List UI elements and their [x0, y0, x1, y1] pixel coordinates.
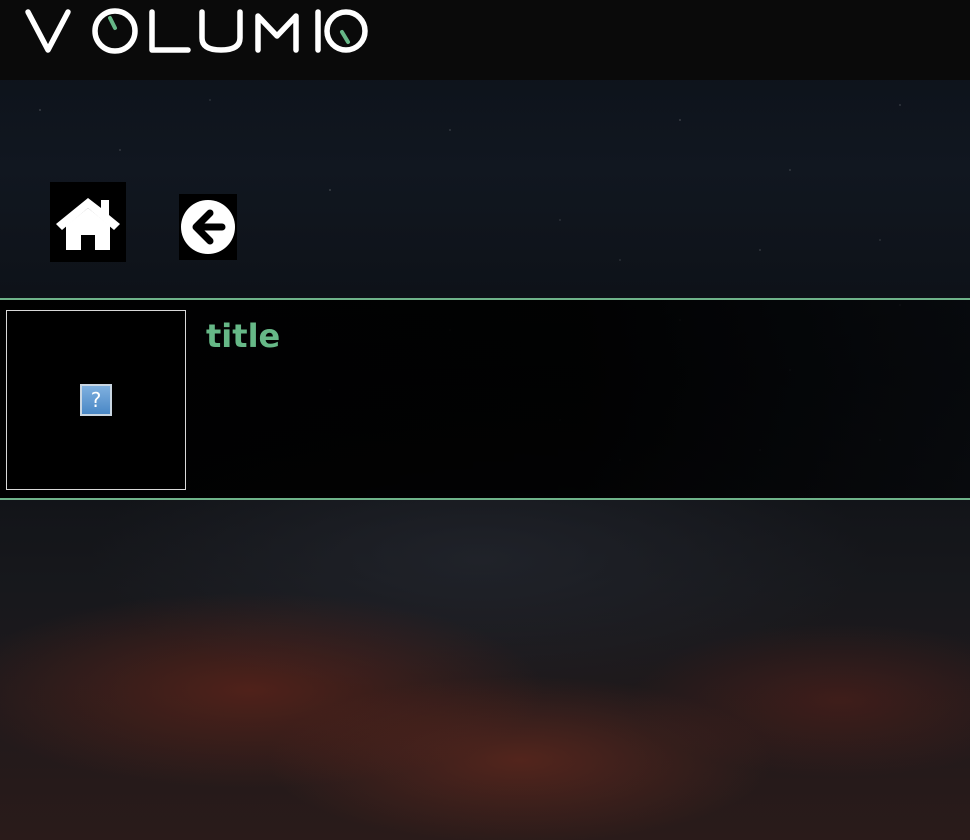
home-icon: [56, 198, 120, 250]
home-button[interactable]: [50, 182, 126, 262]
top-bar: [0, 0, 970, 80]
track-title: title: [206, 317, 281, 355]
track-info-panel: ? title: [0, 298, 970, 500]
arrow-left-circle-icon: [181, 200, 235, 254]
volumio-logo: [25, 8, 368, 54]
back-button[interactable]: [179, 194, 237, 260]
album-art[interactable]: ?: [6, 310, 186, 490]
broken-image-icon: ?: [80, 384, 112, 416]
page: ? title: [0, 0, 970, 840]
